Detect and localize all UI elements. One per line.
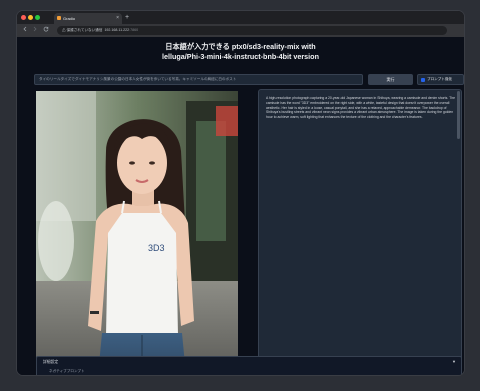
accordion-caret-icon[interactable]: ▼ <box>452 359 456 365</box>
not-secure-label: 保護されていない通信 <box>66 28 103 32</box>
url-field[interactable]: ⚠ 保護されていない通信 192.168.11.222:7860 <box>57 26 447 35</box>
description-text: A high-resolution photograph capturing a… <box>266 96 455 120</box>
tab-bar: Gradio × + <box>17 11 464 24</box>
zoom-window-icon[interactable] <box>35 15 40 20</box>
page-title-line-2: lelluga/Phi-3-mini-4k-instruct-bnb-4bit … <box>162 52 319 61</box>
reload-icon[interactable] <box>43 26 49 36</box>
description-output[interactable]: A high-resolution photograph capturing a… <box>258 89 462 375</box>
generated-image-drawing: 3D3 <box>36 91 238 375</box>
url-host: 192.168.11.222 <box>104 28 130 32</box>
advanced-settings-accordion[interactable]: 詳細設定 ▼ ネガティブプロンプト <box>36 356 462 375</box>
camisole-text: 3D3 <box>148 243 165 253</box>
checkbox-label: プロンプト強化 <box>427 77 453 81</box>
gradio-favicon-icon <box>57 16 61 20</box>
accordion-title: 詳細設定 <box>43 360 59 364</box>
prompt-input[interactable]: タイのリールタイズでダイナモアナリシ風景の公園の日本人女性が街を歩いている写真。… <box>34 74 363 85</box>
tab-close-icon[interactable]: × <box>116 13 119 24</box>
browser-tab[interactable]: Gradio × <box>54 13 122 24</box>
back-icon[interactable] <box>22 26 28 36</box>
run-button[interactable]: 実行 <box>368 74 413 85</box>
tab-title: Gradio <box>63 16 76 21</box>
checkbox-checked-icon[interactable] <box>421 78 425 82</box>
forward-icon[interactable] <box>32 26 38 36</box>
browser-window: Gradio × + ⚠ 保護されていない通信 192.168.11.222:7… <box>16 10 465 376</box>
generated-image: 3D3 <box>36 91 238 375</box>
page-title: 日本語が入力できる ptx0/sd3-reality-mix with lell… <box>17 42 464 62</box>
gradio-app: 日本語が入力できる ptx0/sd3-reality-mix with lell… <box>17 37 464 375</box>
address-bar: ⚠ 保護されていない通信 192.168.11.222:7860 <box>17 24 464 37</box>
url-port: :7860 <box>129 28 139 32</box>
close-window-icon[interactable] <box>21 15 26 20</box>
prompt-enhance-checkbox[interactable]: プロンプト強化 <box>417 74 464 85</box>
page-title-line-1: 日本語が入力できる ptx0/sd3-reality-mix with <box>165 42 316 51</box>
minimize-window-icon[interactable] <box>28 15 33 20</box>
negative-prompt-label: ネガティブプロンプト <box>49 369 85 373</box>
new-tab-button[interactable]: + <box>125 13 129 22</box>
description-scrollbar[interactable] <box>457 91 460 139</box>
